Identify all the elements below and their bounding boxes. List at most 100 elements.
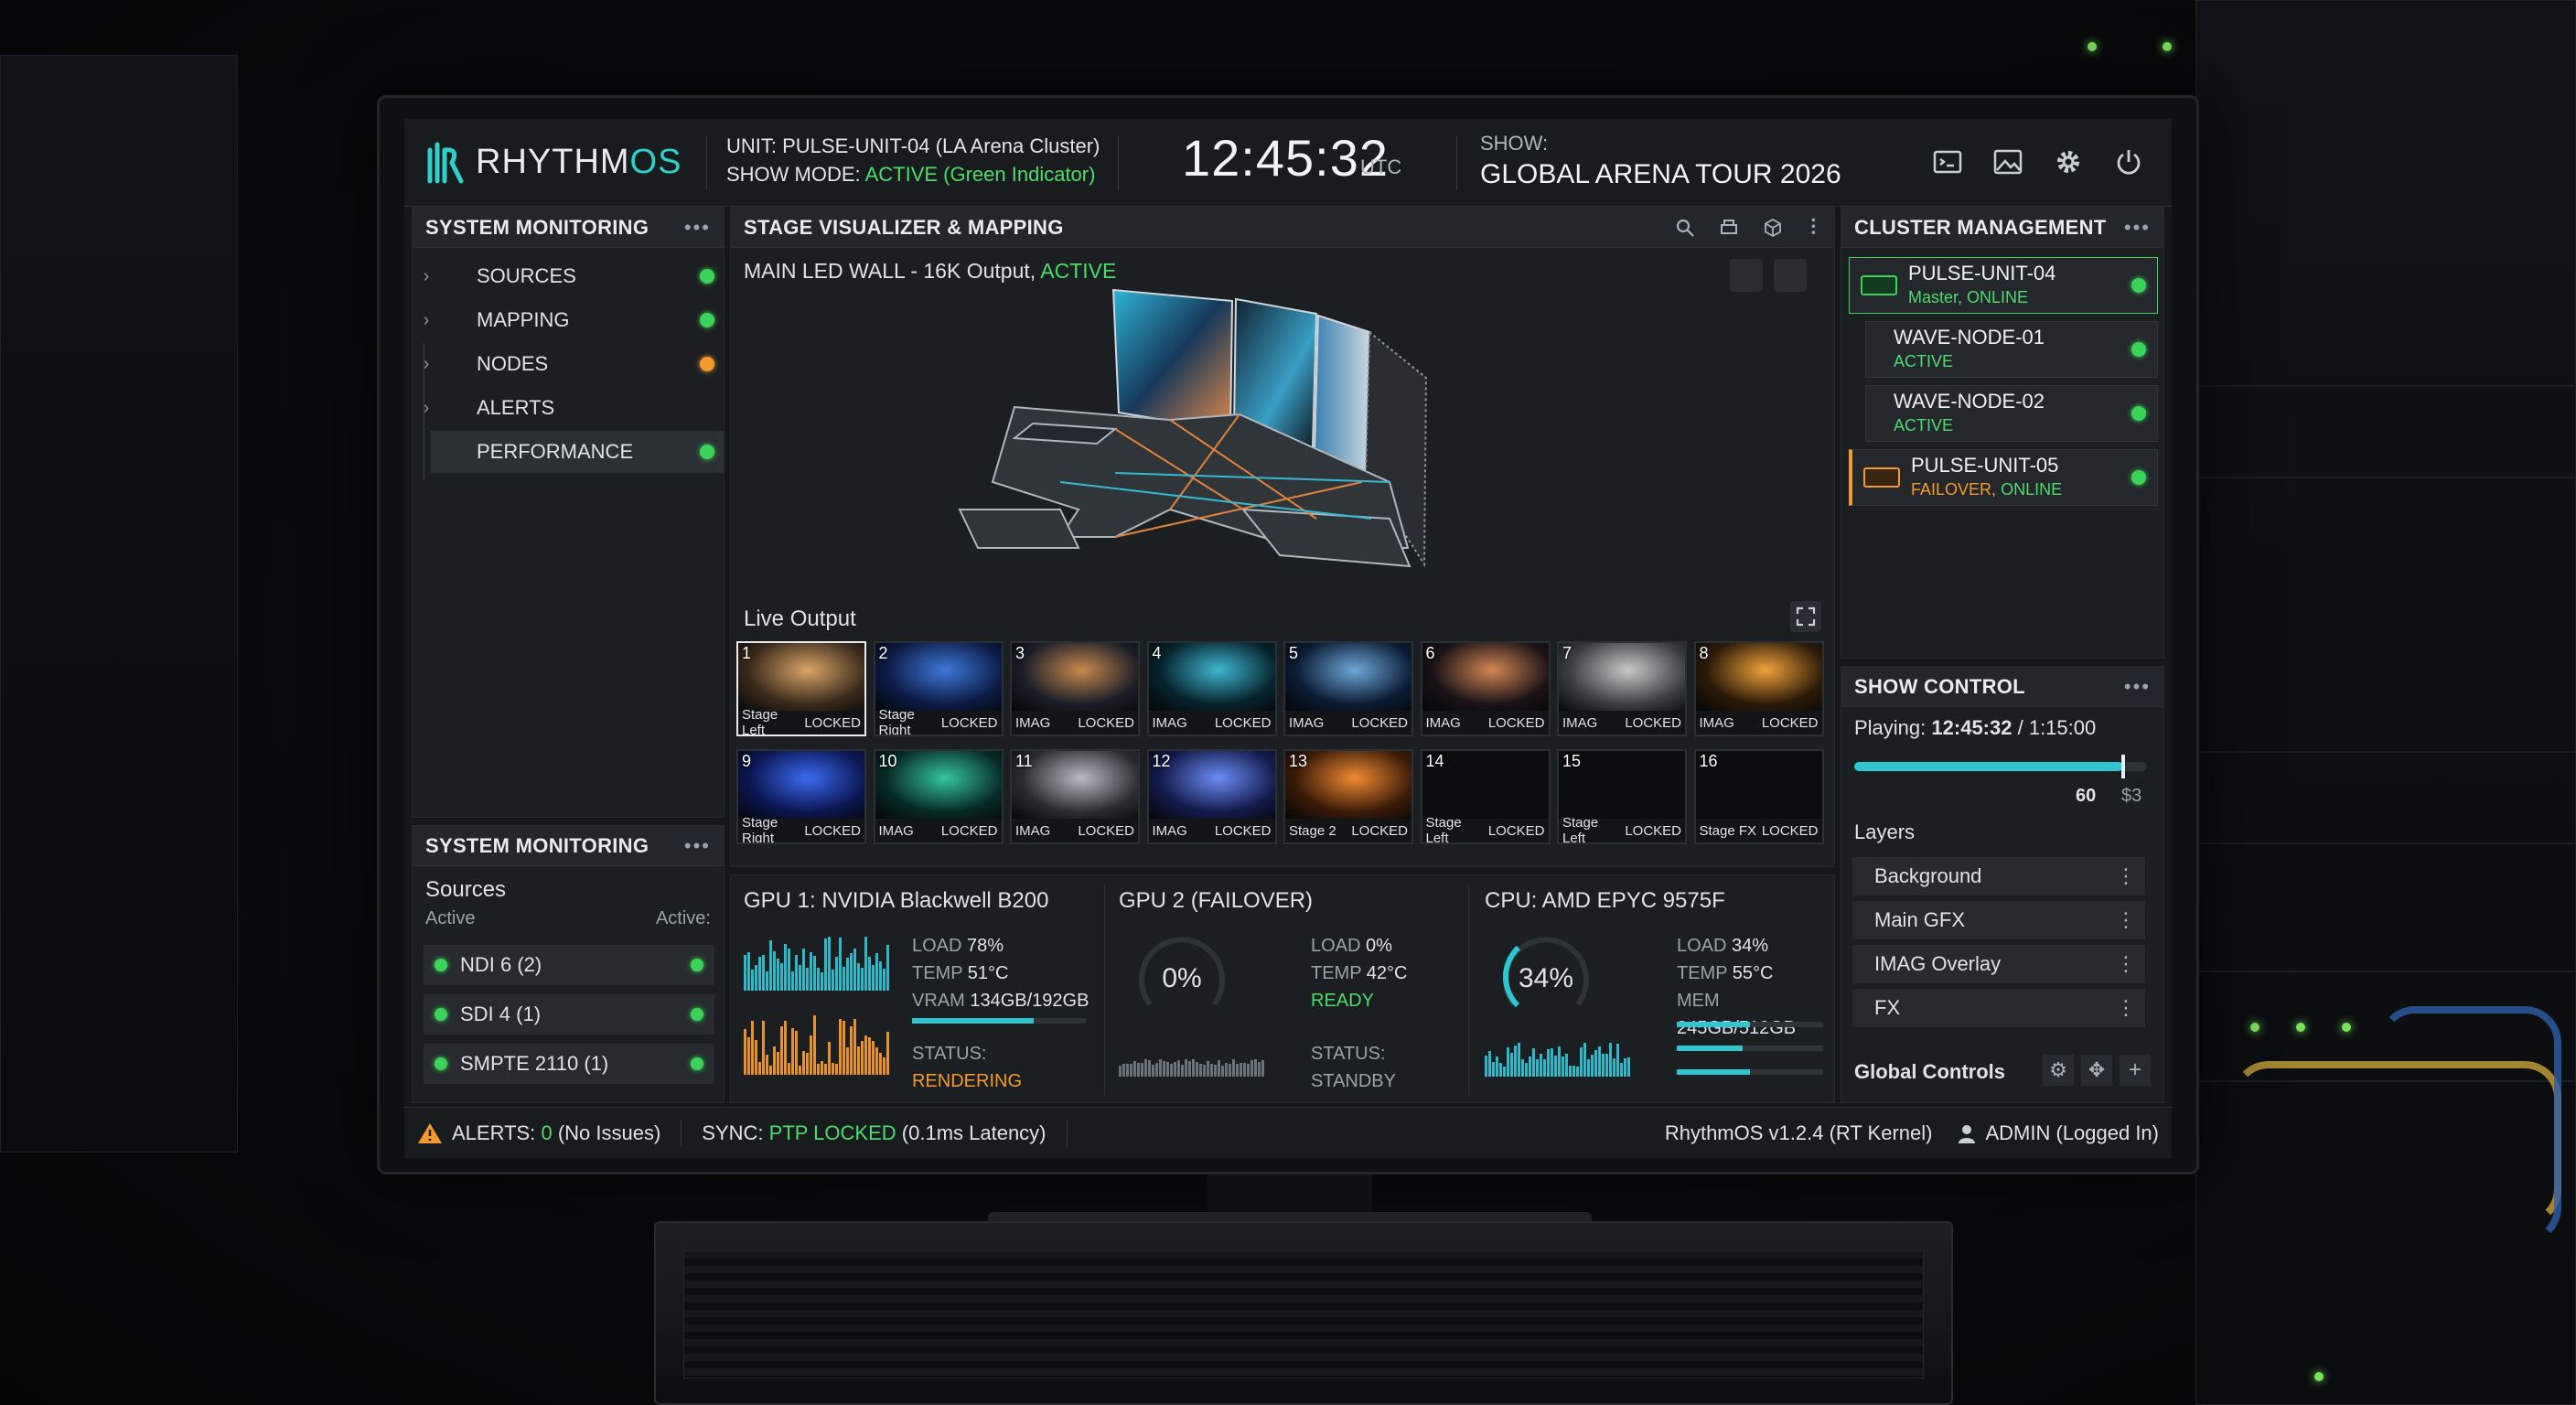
- sync-status[interactable]: SYNC: PTP LOCKED (0.1ms Latency): [702, 1121, 1046, 1145]
- cluster-node[interactable]: PULSE-UNIT-05 FAILOVER, ONLINE: [1849, 449, 2158, 506]
- layer-menu-icon[interactable]: ⋮: [2116, 864, 2136, 888]
- graph-bar: [744, 955, 746, 991]
- graph-bar: [751, 970, 754, 991]
- graph-bar: [1499, 1063, 1502, 1077]
- graph-bar: [758, 1062, 761, 1075]
- power-icon[interactable]: [2113, 146, 2144, 177]
- graph-bar: [1594, 1050, 1597, 1077]
- panel-title: SYSTEM MONITORING: [425, 833, 649, 857]
- output-thumbnail[interactable]: 3 IMAG LOCKED: [1010, 641, 1140, 736]
- clock: 12:45:32: [1182, 129, 1389, 187]
- stage-3d-view[interactable]: [731, 208, 1836, 592]
- output-thumbnail[interactable]: 4 IMAG LOCKED: [1146, 641, 1277, 736]
- thumbnail-label: Stage Right: [878, 707, 915, 736]
- thumbnail-number: 11: [1015, 752, 1033, 770]
- more-icon[interactable]: •••: [2124, 675, 2151, 699]
- graph-bar: [806, 968, 809, 991]
- cluster-node[interactable]: WAVE-NODE-01 ACTIVE: [1865, 321, 2158, 378]
- cluster-node[interactable]: PULSE-UNIT-04 Master, ONLINE: [1849, 257, 2158, 314]
- output-thumbnail[interactable]: 12 IMAG LOCKED: [1146, 749, 1277, 844]
- layer-menu-icon[interactable]: ⋮: [2116, 908, 2136, 932]
- output-thumbnail[interactable]: 7 IMAG LOCKED: [1557, 641, 1687, 736]
- more-icon[interactable]: •••: [684, 216, 711, 240]
- thumbnail-state: LOCKED: [940, 822, 998, 839]
- cpu-core-bar: [1677, 1046, 1823, 1051]
- gear-icon[interactable]: [2053, 146, 2084, 177]
- graph-bar: [769, 1066, 772, 1075]
- graph-bar: [872, 1041, 875, 1075]
- more-icon[interactable]: •••: [2124, 216, 2151, 240]
- chevron-right-icon[interactable]: ›: [413, 398, 440, 419]
- chevron-right-icon[interactable]: ›: [413, 354, 440, 375]
- graph-bar: [864, 937, 867, 991]
- graph-bar: [1225, 1063, 1228, 1077]
- layer-menu-icon[interactable]: ⋮: [2116, 952, 2136, 976]
- gpu1-render-graph: [744, 1014, 890, 1075]
- graph-bar: [850, 953, 853, 991]
- tree-item-nodes[interactable]: › NODES: [413, 343, 724, 385]
- progress-handle[interactable]: [2121, 755, 2126, 778]
- output-thumbnail[interactable]: 16 Stage FX LOCKED: [1693, 749, 1824, 844]
- alerts-status[interactable]: ALERTS: 0 (No Issues): [452, 1121, 660, 1145]
- graph-bar: [1605, 1054, 1608, 1077]
- graph-bar: [791, 1028, 794, 1075]
- tree-item-performance[interactable]: PERFORMANCE: [431, 431, 724, 473]
- source-item[interactable]: SDI 4 (1): [424, 994, 714, 1035]
- tree-item-label: SOURCES: [477, 264, 576, 287]
- node-status: ACTIVE: [1894, 352, 1954, 370]
- layer-label: Main GFX: [1874, 908, 1966, 931]
- layer-item[interactable]: Main GFX ⋮: [1852, 901, 2145, 939]
- thumbnail-number: 1: [742, 644, 752, 662]
- layer-item[interactable]: IMAG Overlay ⋮: [1852, 945, 2145, 983]
- playback-progress[interactable]: [1854, 755, 2147, 778]
- tree-item-mapping[interactable]: › MAPPING: [413, 299, 724, 341]
- layer-item[interactable]: Background ⋮: [1852, 857, 2145, 896]
- clock-timezone: UTC: [1360, 156, 1402, 178]
- output-thumbnail[interactable]: 15 Stage Left LOCKED: [1557, 749, 1687, 844]
- output-thumbnail[interactable]: 8 IMAG LOCKED: [1693, 641, 1824, 736]
- output-thumbnail[interactable]: 1 Stage Left LOCKED: [736, 641, 866, 736]
- cluster-node[interactable]: WAVE-NODE-02 ACTIVE: [1865, 385, 2158, 442]
- thumbnail-number: 14: [1425, 752, 1444, 770]
- layer-item[interactable]: FX ⋮: [1852, 989, 2145, 1027]
- app-logo[interactable]: RHYTHMOS: [424, 139, 682, 185]
- graph-bar: [1580, 1047, 1583, 1077]
- show-mode-value: ACTIVE (Green Indicator): [864, 163, 1096, 186]
- node-name: WAVE-NODE-02: [1894, 390, 2045, 413]
- tree-item-sources[interactable]: › SOURCES: [413, 255, 724, 297]
- source-item[interactable]: SMPTE 2110 (1): [424, 1044, 714, 1084]
- graph-bar: [861, 968, 864, 991]
- output-thumbnail[interactable]: 6 IMAG LOCKED: [1420, 641, 1551, 736]
- graph-bar: [1207, 1061, 1209, 1077]
- output-thumbnail[interactable]: 11 IMAG LOCKED: [1010, 749, 1140, 844]
- graph-bar: [857, 963, 860, 991]
- image-icon[interactable]: [1992, 146, 2023, 177]
- gpu1-title: GPU 1: NVIDIA Blackwell B200: [744, 888, 1049, 913]
- user-label[interactable]: ADMIN (Logged In): [1985, 1121, 2159, 1145]
- global-add-button[interactable]: +: [2120, 1055, 2151, 1086]
- status-dot: [2131, 406, 2146, 421]
- graph-bar: [1554, 1056, 1557, 1077]
- terminal-icon[interactable]: [1932, 146, 1963, 177]
- thumbnail-label: IMAG: [1015, 822, 1051, 839]
- chevron-right-icon[interactable]: ›: [413, 266, 440, 287]
- output-thumbnail[interactable]: 14 Stage Left LOCKED: [1420, 749, 1551, 844]
- tree-item-alerts[interactable]: › ALERTS: [413, 387, 724, 429]
- fullscreen-icon[interactable]: [1790, 601, 1821, 632]
- global-gear-button[interactable]: ⚙: [2043, 1055, 2074, 1086]
- graph-bar: [766, 1055, 768, 1075]
- chevron-right-icon[interactable]: ›: [413, 310, 440, 331]
- output-thumbnail[interactable]: 9 Stage Right LOCKED: [736, 749, 866, 844]
- graph-bar: [824, 1064, 827, 1075]
- output-thumbnail[interactable]: 13 Stage 2 LOCKED: [1283, 749, 1413, 844]
- output-thumbnail[interactable]: 5 IMAG LOCKED: [1283, 641, 1413, 736]
- output-thumbnail[interactable]: 2 Stage Right LOCKED: [873, 641, 1004, 736]
- output-thumbnail[interactable]: 10 IMAG LOCKED: [873, 749, 1004, 844]
- global-move-button[interactable]: ✥: [2081, 1055, 2112, 1086]
- source-item[interactable]: NDI 6 (2): [424, 945, 714, 985]
- graph-bar: [1492, 1062, 1495, 1077]
- graph-bar: [1141, 1063, 1143, 1077]
- graph-bar: [751, 1021, 754, 1075]
- more-icon[interactable]: •••: [684, 834, 711, 858]
- layer-menu-icon[interactable]: ⋮: [2116, 996, 2136, 1020]
